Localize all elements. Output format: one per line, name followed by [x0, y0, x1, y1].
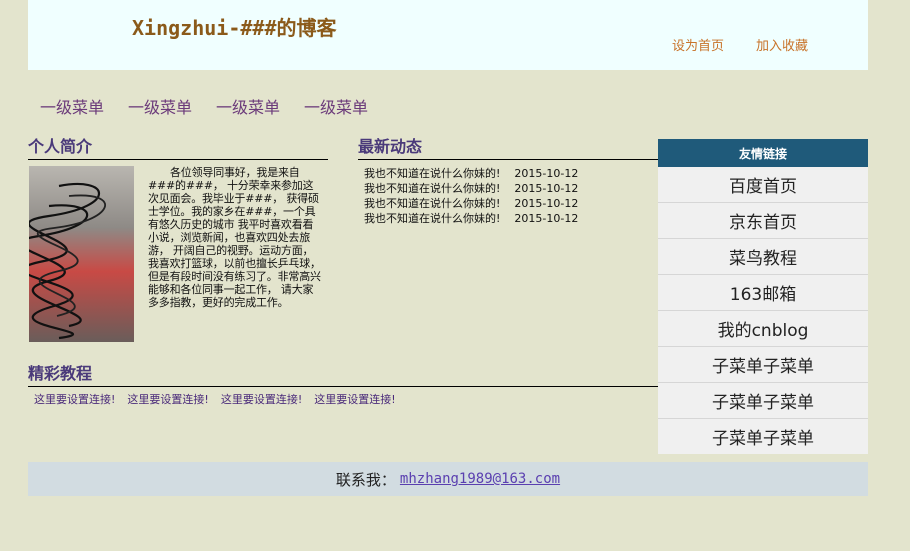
friend-link-cnblog[interactable]: 我的cnblog — [658, 311, 868, 347]
tutorial-links: 这里要设置连接! 这里要设置连接! 这里要设置连接! 这里要设置连接! — [34, 391, 396, 407]
profile-text: 各位领导同事好，我是来自###的###， 十分荣幸来参加这次见面会。我毕业于##… — [148, 166, 321, 309]
tutorial-link[interactable]: 这里要设置连接! — [221, 391, 302, 407]
menu-item-2[interactable]: 一级菜单 — [128, 94, 192, 118]
profile-title: 个人简介 — [28, 133, 328, 160]
news-text: 我也不知道在说什么你妹的! — [364, 167, 501, 180]
news-item[interactable]: 我也不知道在说什么你妹的! 2015-10-12 — [364, 166, 578, 181]
news-date: 2015-10-12 — [514, 182, 579, 195]
site-title: Xingzhui-###的博客 — [132, 16, 337, 40]
profile-photo — [29, 166, 134, 342]
news-item[interactable]: 我也不知道在说什么你妹的! 2015-10-12 — [364, 181, 578, 196]
friend-link-submenu-1[interactable]: 子菜单子菜单 — [658, 347, 868, 383]
add-favorite-link[interactable]: 加入收藏 — [756, 35, 808, 54]
contact-label: 联系我： — [335, 470, 396, 489]
scribble-icon — [29, 182, 106, 340]
friend-link-baidu[interactable]: 百度首页 — [658, 167, 868, 203]
contact-email-link[interactable]: mhzhang1989@163.com — [400, 471, 560, 487]
header: Xingzhui-###的博客 设为首页 加入收藏 — [28, 0, 868, 70]
tutorials-title: 精彩教程 — [28, 360, 658, 387]
friend-link-submenu-2[interactable]: 子菜单子菜单 — [658, 383, 868, 419]
news-text: 我也不知道在说什么你妹的! — [364, 182, 501, 195]
footer: 联系我： mhzhang1989@163.com — [28, 462, 868, 496]
news-date: 2015-10-12 — [514, 197, 579, 210]
friend-link-runoob[interactable]: 菜鸟教程 — [658, 239, 868, 275]
news-date: 2015-10-12 — [514, 167, 579, 180]
news-item[interactable]: 我也不知道在说什么你妹的! 2015-10-12 — [364, 196, 578, 211]
news-item[interactable]: 我也不知道在说什么你妹的! 2015-10-12 — [364, 211, 578, 226]
news-text: 我也不知道在说什么你妹的! — [364, 197, 501, 210]
menu-item-3[interactable]: 一级菜单 — [216, 94, 280, 118]
friend-links-panel: 友情链接 百度首页 京东首页 菜鸟教程 163邮箱 我的cnblog 子菜单子菜… — [658, 139, 868, 454]
friend-link-163[interactable]: 163邮箱 — [658, 275, 868, 311]
news-title: 最新动态 — [358, 133, 658, 160]
news-list: 我也不知道在说什么你妹的! 2015-10-12 我也不知道在说什么你妹的! 2… — [364, 166, 578, 226]
friend-links-title: 友情链接 — [658, 139, 868, 167]
menu-item-1[interactable]: 一级菜单 — [40, 94, 104, 118]
friend-link-submenu-3[interactable]: 子菜单子菜单 — [658, 419, 868, 454]
friend-link-jd[interactable]: 京东首页 — [658, 203, 868, 239]
top-menu: 一级菜单 一级菜单 一级菜单 一级菜单 — [40, 94, 368, 118]
set-home-link[interactable]: 设为首页 — [672, 35, 724, 54]
tutorial-link[interactable]: 这里要设置连接! — [314, 391, 395, 407]
news-text: 我也不知道在说什么你妹的! — [364, 212, 501, 225]
tutorial-link[interactable]: 这里要设置连接! — [127, 391, 208, 407]
tutorial-link[interactable]: 这里要设置连接! — [34, 391, 115, 407]
menu-item-4[interactable]: 一级菜单 — [304, 94, 368, 118]
news-date: 2015-10-12 — [514, 212, 579, 225]
